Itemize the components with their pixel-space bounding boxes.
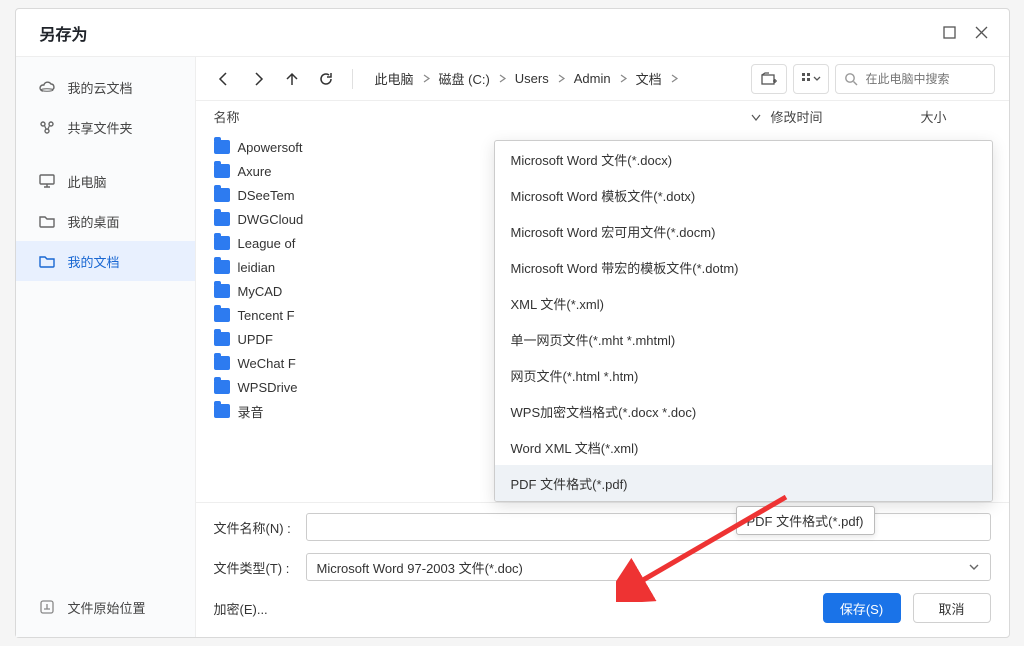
filetype-option[interactable]: PDF 文件格式(*.pdf) bbox=[495, 465, 992, 501]
filetype-option[interactable]: Word XML 文档(*.xml) bbox=[495, 429, 992, 465]
chevron-right-icon bbox=[668, 74, 681, 83]
filetype-option[interactable]: 单一网页文件(*.mht *.mhtml) bbox=[495, 321, 992, 357]
chevron-down-icon bbox=[968, 561, 980, 573]
folder-icon bbox=[214, 260, 230, 274]
col-date[interactable]: 修改时间 bbox=[771, 107, 921, 126]
folder-icon bbox=[38, 212, 56, 230]
close-button[interactable] bbox=[973, 24, 991, 42]
filetype-label: 文件类型(T) : bbox=[214, 558, 294, 577]
back-button[interactable] bbox=[210, 65, 238, 93]
folder-icon bbox=[214, 308, 230, 322]
divider bbox=[352, 69, 353, 89]
sidebar-item-2[interactable]: 此电脑 bbox=[16, 161, 195, 201]
main-panel: 此电脑磁盘 (C:) Users Admin 文档 名称 bbox=[196, 57, 1009, 637]
dialog-title: 另存为 bbox=[40, 21, 88, 45]
sidebar-item-label: 共享文件夹 bbox=[68, 118, 133, 137]
monitor-icon bbox=[38, 172, 56, 190]
filetype-dropdown[interactable]: Microsoft Word 文件(*.docx)Microsoft Word … bbox=[494, 140, 993, 502]
filetype-option[interactable]: XML 文件(*.xml) bbox=[495, 285, 992, 321]
share-icon bbox=[38, 118, 56, 136]
breadcrumb: 此电脑磁盘 (C:) Users Admin 文档 bbox=[373, 65, 739, 92]
chevron-right-icon bbox=[420, 74, 433, 83]
chevron-right-icon bbox=[617, 74, 630, 83]
filetype-option[interactable]: WPS加密文档格式(*.docx *.doc) bbox=[495, 393, 992, 429]
folder-icon bbox=[214, 164, 230, 178]
folder-icon bbox=[214, 212, 230, 226]
tooltip: PDF 文件格式(*.pdf) bbox=[736, 506, 875, 535]
new-folder-button[interactable] bbox=[751, 64, 787, 94]
sidebar-item-0[interactable]: 我的云文档 bbox=[16, 67, 195, 107]
maximize-button[interactable] bbox=[941, 24, 959, 42]
toolbar: 此电脑磁盘 (C:) Users Admin 文档 bbox=[196, 57, 1009, 101]
save-as-dialog: 另存为 我的云文档共享文件夹此电脑我的桌面我的文档 bbox=[15, 8, 1010, 638]
encrypt-button[interactable]: 加密(E)... bbox=[214, 599, 268, 618]
search-input[interactable] bbox=[864, 71, 984, 87]
filetype-value: Microsoft Word 97-2003 文件(*.doc) bbox=[317, 558, 523, 577]
folder-icon bbox=[214, 188, 230, 202]
column-headers: 名称 修改时间 大小 bbox=[196, 101, 1009, 133]
save-button[interactable]: 保存(S) bbox=[823, 593, 901, 623]
forward-button[interactable] bbox=[244, 65, 272, 93]
search-box[interactable] bbox=[835, 64, 995, 94]
col-name[interactable]: 名称 bbox=[214, 107, 751, 126]
window-buttons bbox=[941, 24, 991, 42]
filename-input[interactable] bbox=[306, 513, 991, 541]
chevron-right-icon bbox=[555, 74, 568, 83]
dialog-body: 我的云文档共享文件夹此电脑我的桌面我的文档 此电脑磁盘 (C:)UsersAdm… bbox=[16, 57, 1009, 637]
breadcrumb-item[interactable]: 文档 bbox=[634, 65, 664, 92]
sidebar-item-3[interactable]: 我的桌面 bbox=[16, 201, 195, 241]
chevron-right-icon bbox=[496, 74, 509, 83]
view-mode-button[interactable] bbox=[793, 64, 829, 94]
titlebar: 另存为 bbox=[16, 9, 1009, 57]
sidebar: 我的云文档共享文件夹此电脑我的桌面我的文档 bbox=[16, 57, 196, 637]
folder-icon bbox=[38, 252, 56, 270]
breadcrumb-item[interactable]: Users bbox=[513, 67, 551, 90]
refresh-button[interactable] bbox=[312, 65, 340, 93]
filetype-option[interactable]: Microsoft Word 模板文件(*.dotx) bbox=[495, 177, 992, 213]
cancel-button[interactable]: 取消 bbox=[913, 593, 991, 623]
folder-icon bbox=[214, 284, 230, 298]
sidebar-item-label: 此电脑 bbox=[68, 172, 107, 191]
sort-indicator-icon bbox=[751, 112, 771, 122]
folder-icon bbox=[214, 380, 230, 394]
breadcrumb-item[interactable]: 此电脑 bbox=[373, 65, 416, 92]
bottom-panel: 文件名称(N) : 文件类型(T) : Microsoft Word 97-20… bbox=[196, 502, 1009, 637]
filetype-option[interactable]: Microsoft Word 宏可用文件(*.docm) bbox=[495, 213, 992, 249]
location-icon bbox=[38, 598, 56, 616]
sidebar-item-4[interactable]: 我的文档 bbox=[16, 241, 195, 281]
filetype-select[interactable]: Microsoft Word 97-2003 文件(*.doc) bbox=[306, 553, 991, 581]
breadcrumb-item[interactable]: 磁盘 (C:) bbox=[437, 65, 492, 92]
sidebar-item-label: 我的云文档 bbox=[68, 78, 133, 97]
filetype-option[interactable]: 网页文件(*.html *.htm) bbox=[495, 357, 992, 393]
filename-label: 文件名称(N) : bbox=[214, 518, 294, 537]
cloud-icon bbox=[38, 78, 56, 96]
filetype-option[interactable]: Microsoft Word 文件(*.docx) bbox=[495, 141, 992, 177]
filetype-option[interactable]: Microsoft Word 带宏的模板文件(*.dotm) bbox=[495, 249, 992, 285]
folder-icon bbox=[214, 332, 230, 346]
sidebar-footer: 文件原始位置 bbox=[16, 587, 196, 627]
sidebar-item-label: 我的桌面 bbox=[68, 212, 120, 231]
file-original-location[interactable]: 文件原始位置 bbox=[16, 587, 196, 627]
sidebar-item-label: 我的文档 bbox=[68, 252, 120, 271]
search-icon bbox=[844, 72, 858, 86]
folder-icon bbox=[214, 404, 230, 418]
folder-icon bbox=[214, 356, 230, 370]
sidebar-item-1[interactable]: 共享文件夹 bbox=[16, 107, 195, 147]
breadcrumb-item[interactable]: Admin bbox=[572, 67, 613, 90]
folder-icon bbox=[214, 236, 230, 250]
sidebar-footer-label: 文件原始位置 bbox=[68, 598, 146, 617]
folder-icon bbox=[214, 140, 230, 154]
up-button[interactable] bbox=[278, 65, 306, 93]
col-size[interactable]: 大小 bbox=[921, 107, 991, 126]
